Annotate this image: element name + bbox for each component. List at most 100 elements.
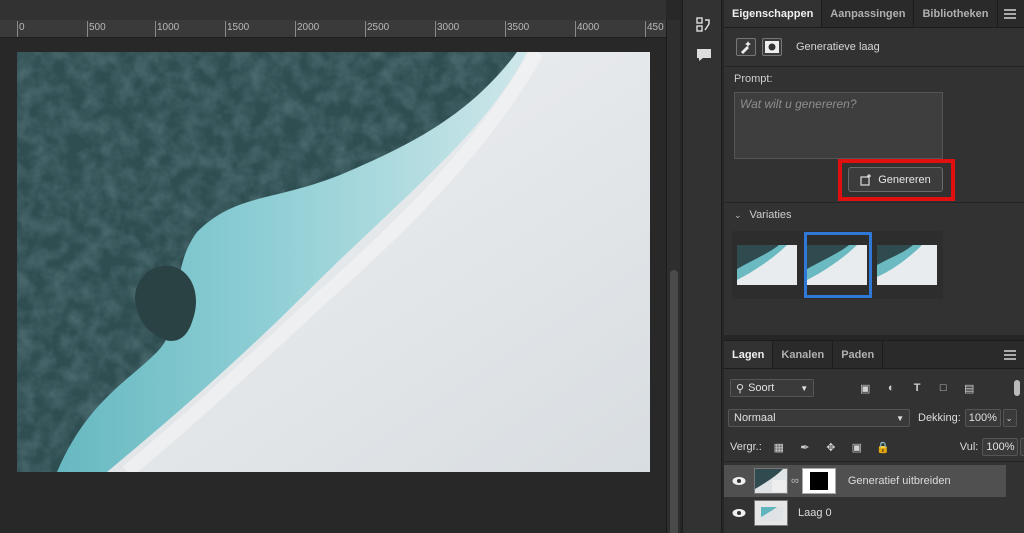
tab-aanpassingen[interactable]: Aanpassingen [822,0,915,27]
generate-button-label: Genereren [878,173,931,186]
divider [724,461,1024,462]
shape-filter-icon[interactable]: □ [936,381,950,395]
chevron-down-icon: ⌄ [734,209,742,220]
layer-thumbnail [754,500,788,526]
tab-paden[interactable]: Paden [833,341,884,368]
mask-icon[interactable] [762,38,782,56]
eye-icon[interactable] [724,476,754,486]
opacity-input[interactable]: 100% [964,409,1001,427]
layer-type-row: Generatieve laag [736,38,880,56]
generative-layer-icon [772,480,786,492]
eye-icon[interactable] [724,508,754,518]
lock-position-icon[interactable]: ✥ [824,440,838,454]
lock-row: Vergr.: ▦ ✒ ✥ ▣ 🔒 Vul: 100% ⌄ [730,438,1024,456]
generate-button[interactable]: Genereren [848,167,943,192]
filter-toggle[interactable] [1014,380,1020,396]
lock-paint-icon[interactable]: ✒ [798,440,812,454]
layer-name: Generatief uitbreiden [847,475,951,487]
lock-icons: ▦ ✒ ✥ ▣ 🔒 [772,440,890,454]
panel-dock [682,0,722,533]
ruler-label: 0 [19,22,25,33]
ruler-tick [87,21,88,37]
properties-tabs: Eigenschappen Aanpassingen Bibliotheken [724,0,1024,28]
beach-aerial-photo [17,52,650,472]
ruler-label: 1000 [157,22,180,33]
fill-value: 100% [986,441,1015,453]
opacity-value: 100% [968,412,997,424]
lock-transparency-icon[interactable]: ▦ [772,440,786,454]
photoshop-window: 0 500 1000 1500 2000 2500 3000 3500 4000… [0,0,1024,533]
chevron-down-icon: ▼ [896,413,904,423]
ruler-tick [575,21,576,37]
ruler-tick [17,21,18,37]
link-icon[interactable]: ∞ [791,475,799,487]
ruler-tick [505,21,506,37]
ruler-tick [365,21,366,37]
variations-label: Variaties [749,209,792,221]
variations-header[interactable]: ⌄ Variaties [734,209,792,221]
layer-filter-row: ⚲ Soort ▼ ▣ ◐ T □ ▤ [730,379,1020,397]
filter-kind-label: Soort [748,382,775,394]
opacity-label: Dekking: [918,412,961,424]
generate-icon [860,173,872,186]
ruler-tick [295,21,296,37]
ruler-label: 1500 [227,22,250,33]
layer-name: Laag 0 [798,507,832,519]
chevron-down-icon: ▼ [800,383,809,393]
fill-label: Vul: [959,441,979,453]
filter-icons: ▣ ◐ T □ ▤ [858,381,976,395]
layer-type-label: Generatieve laag [796,41,880,53]
layers-tabs: Lagen Kanalen Paden [724,341,1024,369]
document-image[interactable] [17,52,650,472]
ruler-label: 2000 [297,22,320,33]
blend-row: Normaal ▼ Dekking: 100% ⌄ [728,409,1020,427]
image-filter-icon[interactable]: ▣ [858,381,872,395]
divider [724,202,1024,203]
vertical-scrollbar[interactable] [666,20,680,533]
filter-kind-select[interactable]: ⚲ Soort ▼ [730,379,815,397]
lock-artboard-icon[interactable]: ▣ [850,440,864,454]
properties-panel: Eigenschappen Aanpassingen Bibliotheken … [724,0,1024,335]
search-icon: ⚲ [736,382,745,395]
menu-icon[interactable] [1004,9,1016,21]
layer-mask-thumbnail[interactable] [801,468,836,494]
opacity-dropdown[interactable]: ⌄ [1002,409,1017,427]
ruler-label: 3000 [437,22,460,33]
menu-icon[interactable] [1004,350,1016,362]
ruler-label: 450 [647,22,664,33]
lock-label: Vergr.: [730,441,762,453]
smart-object-filter-icon[interactable]: ▤ [962,381,976,395]
layers-panel: Lagen Kanalen Paden ⚲ Soort ▼ ▣ ◐ T □ ▤ [724,340,1024,533]
top-strip [0,0,666,20]
blend-mode-value: Normaal [734,412,776,424]
type-filter-icon[interactable]: T [910,381,924,395]
blend-mode-select[interactable]: Normaal ▼ [728,409,910,427]
ruler-label: 3500 [507,22,530,33]
adjustment-filter-icon[interactable]: ◐ [884,381,898,395]
tab-eigenschappen[interactable]: Eigenschappen [724,0,823,27]
ruler-tick [435,21,436,37]
history-icon[interactable] [693,14,715,36]
generative-layer-icon[interactable] [736,38,756,56]
variation-thumbnail-1[interactable] [737,245,797,285]
lock-all-icon[interactable]: 🔒 [876,440,890,454]
layer-thumbnail [754,468,788,494]
canvas-area[interactable]: 0 500 1000 1500 2000 2500 3000 3500 4000… [0,0,680,533]
ruler-label: 4000 [577,22,600,33]
variation-thumbnail-3[interactable] [877,245,937,285]
fill-dropdown[interactable]: ⌄ [1020,438,1024,456]
layer-row-laag0[interactable]: Laag 0 [724,497,1024,529]
prompt-label: Prompt: [734,73,773,85]
horizontal-ruler[interactable]: 0 500 1000 1500 2000 2500 3000 3500 4000… [0,20,666,38]
tab-bibliotheken[interactable]: Bibliotheken [914,0,998,27]
layer-row-generatief[interactable]: ∞ Generatief uitbreiden [724,465,1006,497]
comment-icon[interactable] [693,44,715,66]
prompt-input[interactable]: Wat wilt u genereren? [734,92,943,159]
scroll-thumb[interactable] [670,270,678,533]
fill-input[interactable]: 100% [982,438,1019,456]
tab-lagen[interactable]: Lagen [724,341,774,368]
ruler-label: 2500 [367,22,390,33]
ruler-tick [155,21,156,37]
tab-kanalen[interactable]: Kanalen [773,341,834,368]
divider [724,66,1024,67]
